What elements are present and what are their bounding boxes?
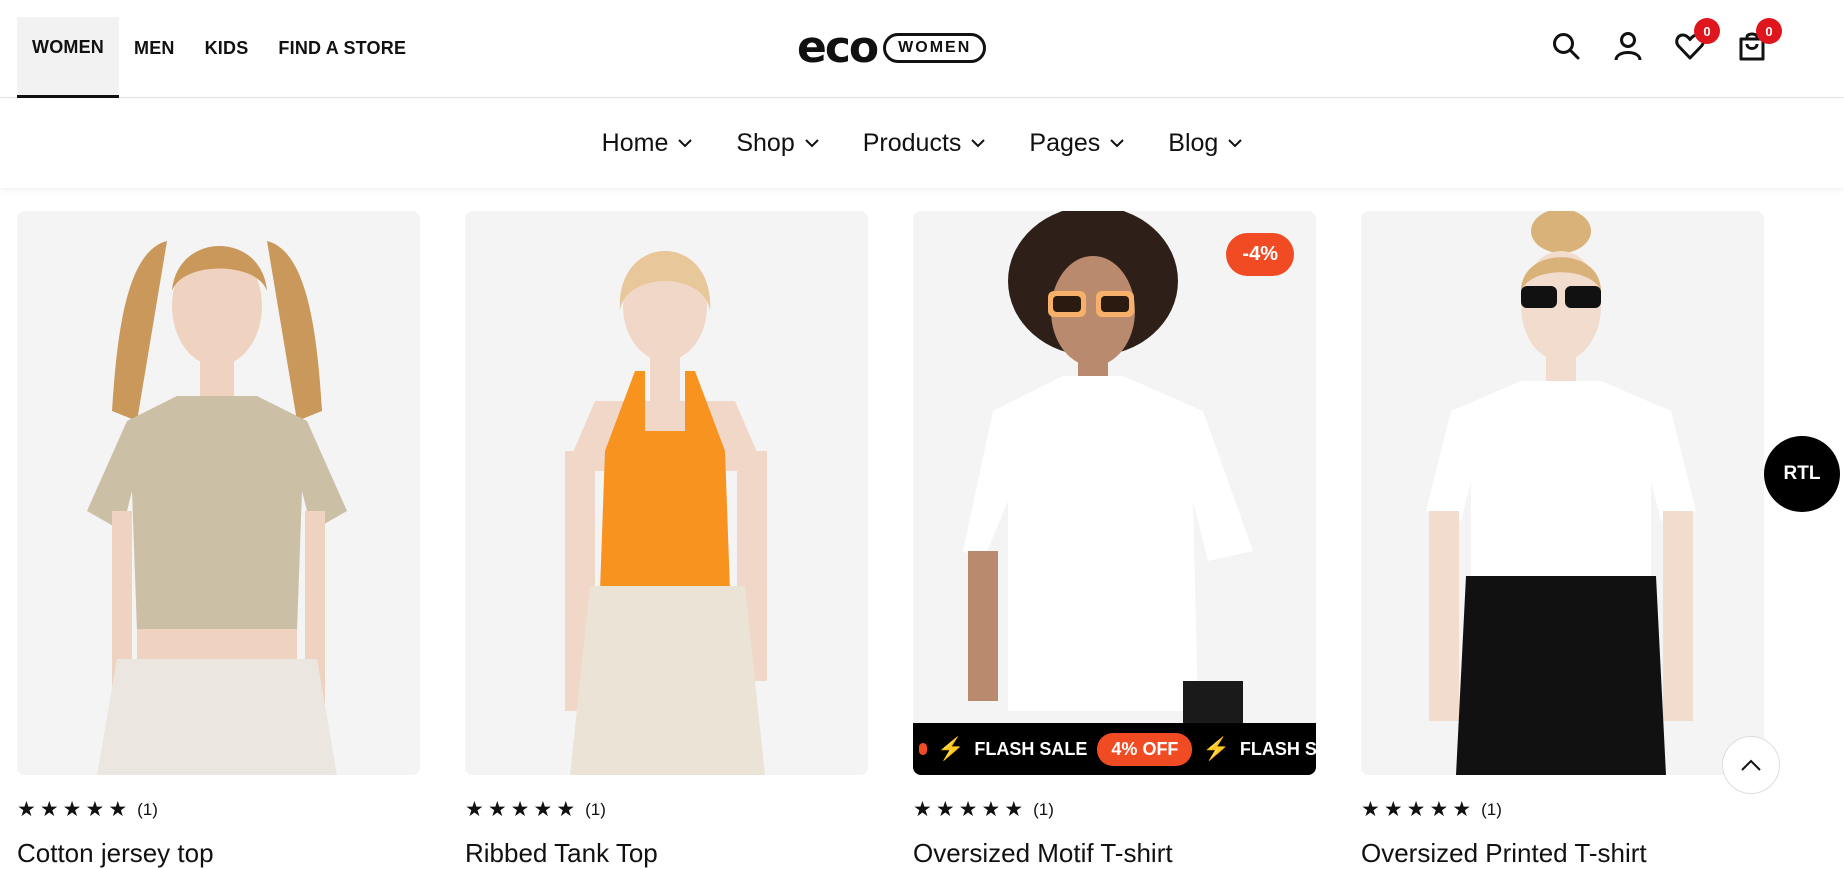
- nav-products[interactable]: Products: [863, 129, 986, 158]
- category-women[interactable]: WOMEN: [17, 17, 119, 98]
- product-rating: ★ ★ ★ ★ ★ (1): [913, 797, 1316, 822]
- star-icon: ★: [487, 798, 507, 821]
- product-name[interactable]: Ribbed Tank Top: [465, 838, 868, 869]
- star-icon: ★: [1004, 798, 1024, 821]
- discount-badge: -4%: [1226, 233, 1294, 276]
- category-find-store[interactable]: FIND A STORE: [263, 17, 421, 80]
- user-icon: [1614, 32, 1642, 61]
- nav-blog[interactable]: Blog: [1168, 129, 1243, 158]
- product-card[interactable]: ★ ★ ★ ★ ★ (1) Ribbed Tank Top: [465, 211, 868, 869]
- star-icon: ★: [1406, 798, 1426, 821]
- product-name[interactable]: Oversized Printed T-shirt: [1361, 838, 1764, 869]
- star-icon: ★: [510, 798, 530, 821]
- nav-home-label: Home: [601, 129, 669, 157]
- model-photo: [1361, 211, 1764, 775]
- cart-count-badge: 0: [1756, 18, 1782, 44]
- chevron-up-icon: [1741, 759, 1761, 771]
- product-rating: ★ ★ ★ ★ ★ (1): [17, 797, 420, 822]
- wishlist-count-badge: 0: [1694, 18, 1720, 44]
- lightning-icon: ⚡: [937, 736, 965, 761]
- product-image[interactable]: -4% ⚡ FLASH SALE 4% OFF ⚡ FLASH SAL: [913, 211, 1316, 775]
- nav-blog-label: Blog: [1168, 129, 1219, 157]
- cart-button[interactable]: 0: [1736, 18, 1782, 64]
- product-grid: ★ ★ ★ ★ ★ (1) Cotton jersey top ★ ★ ★ ★ ★ (1) Ri…: [17, 211, 1764, 869]
- chevron-down-icon: [678, 139, 693, 148]
- back-to-top-button[interactable]: [1722, 736, 1780, 794]
- wishlist-button[interactable]: 0: [1674, 18, 1720, 64]
- search-icon: [1553, 33, 1580, 60]
- top-bar: WOMEN MEN KIDS FIND A STORE eco WOMEN 0 …: [0, 0, 1844, 98]
- site-logo[interactable]: eco WOMEN: [797, 22, 987, 73]
- product-image[interactable]: [465, 211, 868, 775]
- lightning-icon: ⚡: [1202, 736, 1230, 761]
- flash-sale-label: FLASH SALE: [974, 738, 1088, 759]
- review-count: (1): [1481, 799, 1502, 819]
- chevron-down-icon: [971, 139, 986, 148]
- star-icon: ★: [556, 798, 576, 821]
- star-icon: ★: [1429, 798, 1449, 821]
- star-icon: ★: [465, 798, 484, 821]
- flash-off-pill: 4% OFF: [1097, 732, 1193, 766]
- review-count: (1): [137, 799, 158, 819]
- account-button[interactable]: [1612, 28, 1644, 64]
- star-icon: ★: [17, 798, 36, 821]
- search-button[interactable]: [1550, 28, 1582, 64]
- product-card[interactable]: ★ ★ ★ ★ ★ (1) Cotton jersey top: [17, 211, 420, 869]
- star-icon: ★: [62, 798, 82, 821]
- review-count: (1): [585, 799, 606, 819]
- nav-products-label: Products: [862, 129, 962, 157]
- model-photo: [913, 211, 1316, 775]
- star-icon: ★: [39, 798, 59, 821]
- category-nav: WOMEN MEN KIDS FIND A STORE: [17, 17, 421, 98]
- flash-sale-ticker: ⚡ FLASH SALE 4% OFF ⚡ FLASH SAL: [913, 723, 1316, 775]
- rtl-toggle-button[interactable]: RTL: [1764, 436, 1840, 512]
- star-icon: ★: [1452, 798, 1472, 821]
- star-icon: ★: [981, 798, 1001, 821]
- nav-pages-label: Pages: [1029, 129, 1101, 157]
- logo-pill: WOMEN: [883, 33, 987, 63]
- product-image[interactable]: [1361, 211, 1764, 775]
- product-image[interactable]: [17, 211, 420, 775]
- nav-home[interactable]: Home: [602, 129, 693, 158]
- star-icon: ★: [1383, 798, 1403, 821]
- model-photo: [465, 211, 868, 775]
- product-name[interactable]: Oversized Motif T-shirt: [913, 838, 1316, 869]
- review-count: (1): [1033, 799, 1054, 819]
- star-icon: ★: [913, 798, 932, 821]
- star-icon: ★: [958, 798, 978, 821]
- star-icon: ★: [85, 798, 105, 821]
- star-icon: ★: [1361, 798, 1380, 821]
- star-icon: ★: [108, 798, 128, 821]
- logo-text: eco: [797, 22, 879, 73]
- product-rating: ★ ★ ★ ★ ★ (1): [1361, 797, 1764, 822]
- main-nav: Home Shop Products Pages Blog: [0, 99, 1844, 188]
- chevron-down-icon: [1228, 139, 1243, 148]
- header-icons: 0 0: [1550, 18, 1782, 64]
- product-card[interactable]: -4% ⚡ FLASH SALE 4% OFF ⚡ FLASH SAL ★★★★…: [913, 211, 1316, 869]
- category-kids[interactable]: KIDS: [190, 17, 264, 80]
- model-photo: [17, 211, 420, 775]
- flash-dot: [919, 743, 927, 755]
- star-icon: ★: [533, 798, 553, 821]
- nav-shop-label: Shop: [736, 129, 795, 157]
- chevron-down-icon: [805, 139, 819, 148]
- chevron-down-icon: [1110, 139, 1125, 148]
- product-card[interactable]: ★ ★ ★ ★ ★ (1) Oversized Printed T-shirt: [1361, 211, 1764, 869]
- flash-sale-label-repeat: FLASH SAL: [1239, 738, 1316, 759]
- nav-pages[interactable]: Pages: [1029, 129, 1125, 158]
- star-icon: ★: [935, 798, 955, 821]
- nav-shop[interactable]: Shop: [736, 129, 819, 158]
- product-rating: ★ ★ ★ ★ ★ (1): [465, 797, 868, 822]
- product-name[interactable]: Cotton jersey top: [17, 838, 420, 869]
- category-men[interactable]: MEN: [119, 17, 190, 80]
